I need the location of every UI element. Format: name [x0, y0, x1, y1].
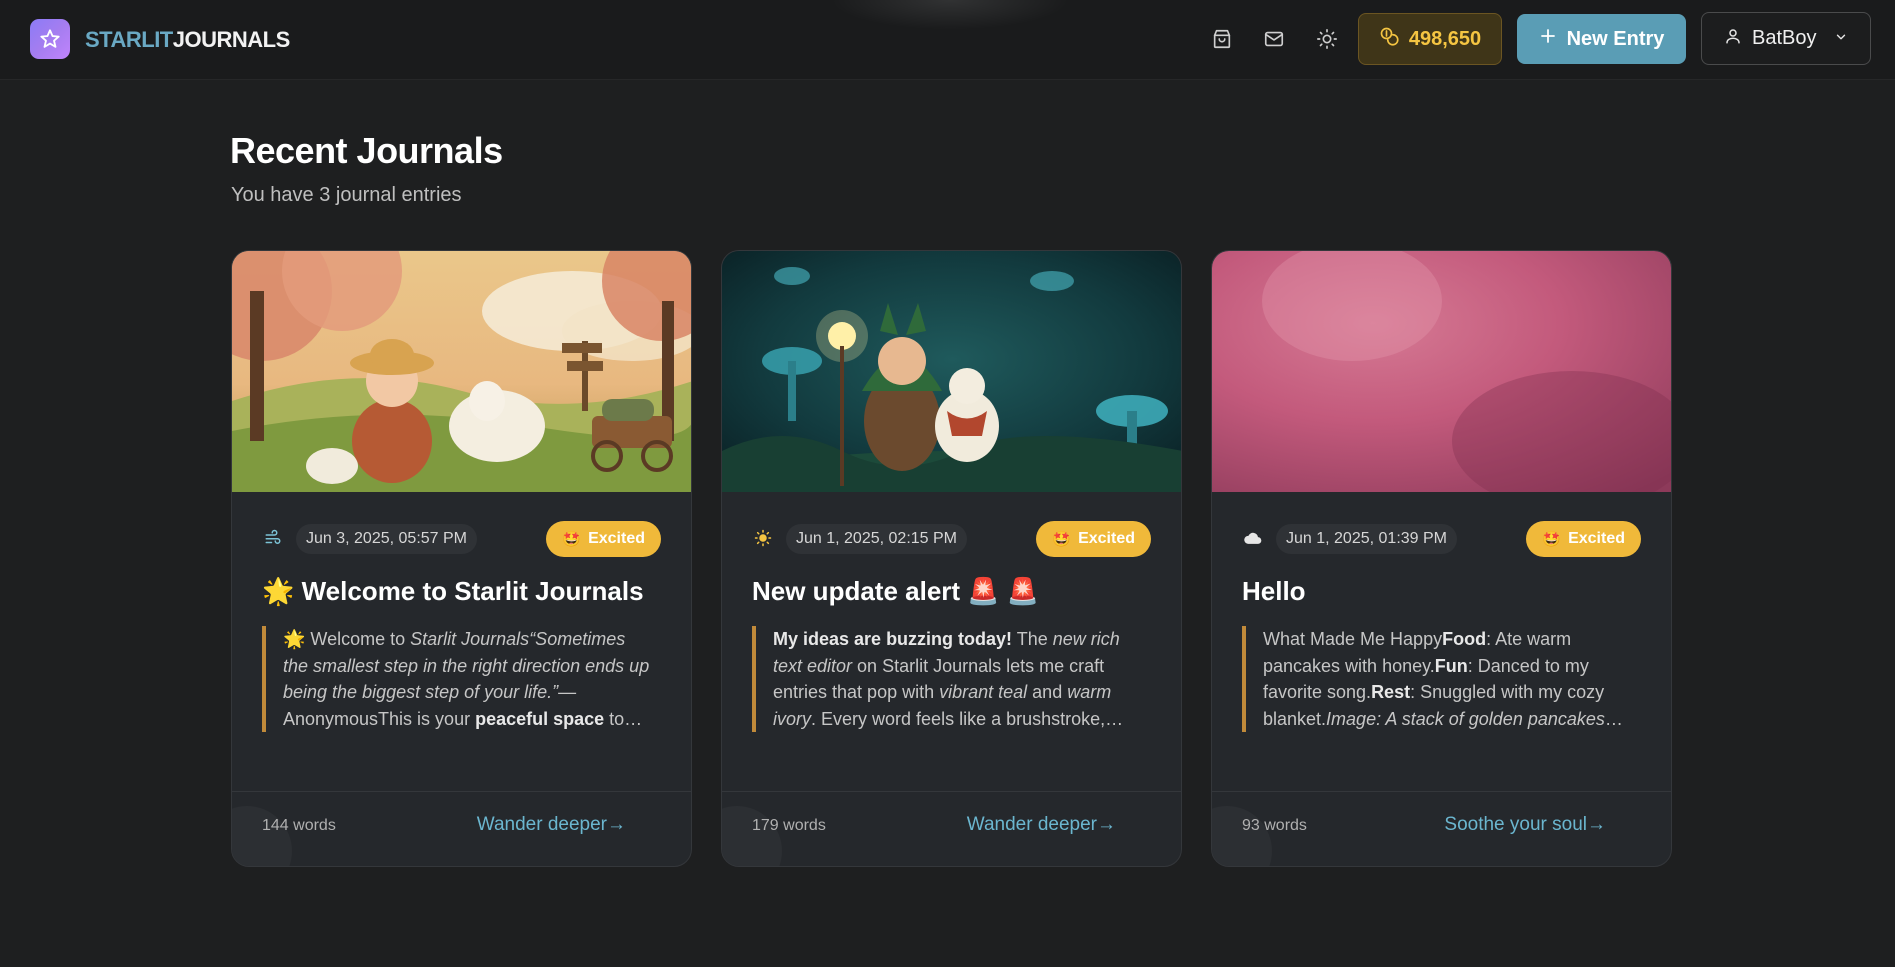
user-name: BatBoy [1752, 27, 1817, 49]
new-entry-button[interactable]: New Entry [1517, 14, 1686, 64]
card-cover-image-pink [1212, 251, 1671, 511]
mood-badge: 🤩 Excited [1036, 521, 1151, 557]
card-divider [722, 791, 1181, 792]
shopping-bag-icon[interactable] [1207, 24, 1237, 54]
read-more-link[interactable]: Wander deeper→ [967, 814, 1116, 836]
header-glow [830, 0, 1070, 30]
page-subtitle: You have 3 journal entries [231, 184, 462, 206]
entry-date: Jun 1, 2025, 01:39 PM [1276, 524, 1457, 554]
read-more-link[interactable]: Wander deeper→ [477, 814, 626, 836]
card-cover-image-forest [722, 251, 1181, 511]
entry-excerpt: My ideas are buzzing today! The new rich… [752, 626, 1142, 732]
app-logo-text[interactable]: STARLITJOURNALS [85, 27, 290, 53]
wind-icon [262, 527, 284, 549]
cloud-icon [1242, 527, 1264, 549]
logo-star-icon[interactable] [30, 19, 70, 59]
journal-card[interactable]: Jun 3, 2025, 05:57 PM 🤩 Excited 🌟 Welcom… [231, 250, 692, 867]
card-meta: Jun 1, 2025, 01:39 PM 🤩 Excited [1242, 521, 1641, 557]
chevron-down-icon [1834, 27, 1848, 50]
entry-title[interactable]: 🌟 Welcome to Starlit Journals [262, 576, 671, 607]
journal-card[interactable]: Jun 1, 2025, 01:39 PM 🤩 Excited Hello Wh… [1211, 250, 1672, 867]
user-menu-button[interactable]: BatBoy [1701, 12, 1871, 65]
sun-theme-icon[interactable] [1312, 24, 1342, 54]
logo-text-part1: STARLIT [85, 27, 173, 52]
mood-badge: 🤩 Excited [546, 521, 661, 557]
mail-icon[interactable] [1259, 24, 1289, 54]
card-corner-decoration [1212, 806, 1272, 866]
star-struck-emoji-icon: 🤩 [1542, 531, 1562, 548]
top-header: STARLITJOURNALS 498,650 New Entry BatBoy [0, 0, 1895, 80]
card-meta: Jun 1, 2025, 02:15 PM 🤩 Excited [752, 521, 1151, 557]
mood-label: Excited [1078, 530, 1135, 547]
card-corner-decoration [232, 806, 292, 866]
entry-date: Jun 3, 2025, 05:57 PM [296, 524, 477, 554]
mood-label: Excited [588, 530, 645, 547]
word-count: 93 words [1242, 817, 1307, 834]
sun-icon [752, 527, 774, 549]
new-entry-label: New Entry [1566, 27, 1665, 50]
star-struck-emoji-icon: 🤩 [1052, 531, 1072, 548]
card-divider [232, 791, 691, 792]
page-title: Recent Journals [230, 130, 503, 171]
entry-title[interactable]: Hello [1242, 576, 1651, 607]
mood-label: Excited [1568, 530, 1625, 547]
word-count: 144 words [262, 817, 336, 834]
entry-excerpt: What Made Me HappyFood: Ate warm pancake… [1242, 626, 1632, 732]
star-struck-emoji-icon: 🤩 [562, 531, 582, 548]
entry-title[interactable]: New update alert 🚨 🚨 [752, 576, 1161, 607]
logo-text-part2: JOURNALS [172, 27, 291, 52]
coin-balance-button[interactable]: 498,650 [1358, 13, 1502, 65]
journal-card[interactable]: Jun 1, 2025, 02:15 PM 🤩 Excited New upda… [721, 250, 1182, 867]
entry-excerpt: 🌟 Welcome to Starlit Journals“Sometimes … [262, 626, 652, 732]
user-icon [1724, 27, 1742, 51]
coins-icon [1379, 26, 1399, 52]
card-divider [1212, 791, 1671, 792]
coin-balance-value: 498,650 [1408, 27, 1482, 50]
read-more-link[interactable]: Soothe your soul→ [1444, 814, 1606, 836]
card-meta: Jun 3, 2025, 05:57 PM 🤩 Excited [262, 521, 661, 557]
card-cover-image-autumn [232, 251, 691, 492]
word-count: 179 words [752, 817, 826, 834]
card-corner-decoration [722, 806, 782, 866]
mood-badge: 🤩 Excited [1526, 521, 1641, 557]
entry-date: Jun 1, 2025, 02:15 PM [786, 524, 967, 554]
plus-icon [1539, 27, 1557, 51]
